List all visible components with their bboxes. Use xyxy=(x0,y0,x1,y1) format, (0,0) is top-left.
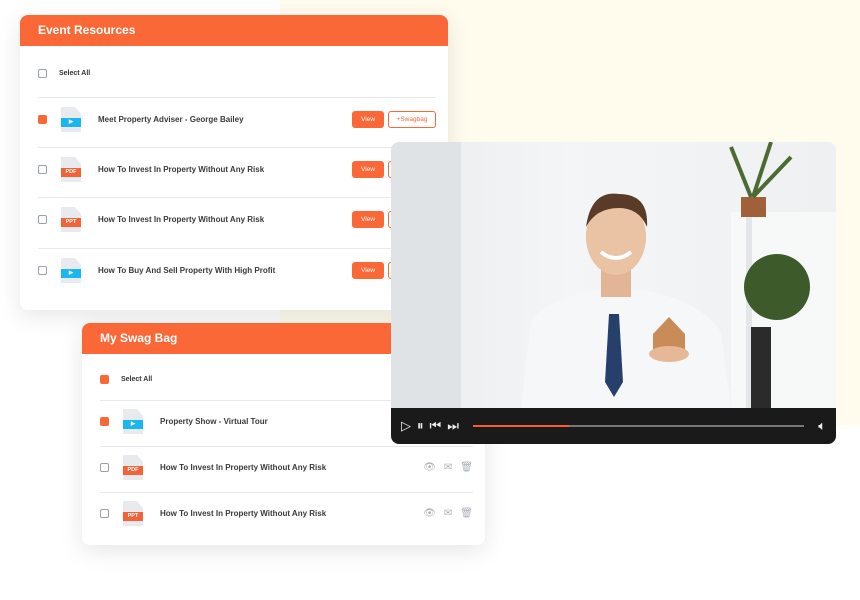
view-button[interactable]: View xyxy=(352,111,384,128)
ppt-file-icon: PPT xyxy=(61,207,81,232)
row-checkbox[interactable] xyxy=(100,509,109,518)
view-button[interactable]: View xyxy=(352,262,384,279)
resource-row: ▶ Meet Property Adviser - George Bailey … xyxy=(38,107,436,132)
play-icon[interactable]: ▷ xyxy=(401,418,411,434)
select-all-label: Select All xyxy=(121,376,153,383)
video-controls: ▷ ⏸ ⏮ ⏭ 🔈︎ xyxy=(391,408,836,444)
swag-row: PDF How To Invest In Property Without An… xyxy=(100,455,473,480)
video-file-icon: ▶ xyxy=(61,107,81,132)
divider xyxy=(38,248,436,249)
swag-row: PPT How To Invest In Property Without An… xyxy=(100,501,473,526)
eye-icon[interactable]: 👁︎ xyxy=(423,508,436,519)
video-file-icon: ▶ xyxy=(61,258,81,283)
row-checkbox[interactable] xyxy=(38,165,47,174)
mail-icon[interactable]: ✉ xyxy=(444,508,452,519)
card-title: Event Resources xyxy=(20,15,448,46)
resource-title: How To Invest In Property Without Any Ri… xyxy=(98,215,265,224)
resource-title: Meet Property Adviser - George Bailey xyxy=(98,115,244,124)
pdf-file-icon: PDF xyxy=(61,157,81,182)
row-checkbox[interactable] xyxy=(38,215,47,224)
view-button[interactable]: View xyxy=(352,211,384,228)
video-player[interactable]: ▷ ⏸ ⏮ ⏭ 🔈︎ xyxy=(391,142,836,444)
select-all-label: Select All xyxy=(59,70,91,77)
row-checkbox[interactable] xyxy=(100,417,109,426)
row-checkbox[interactable] xyxy=(38,115,47,124)
add-swagbag-button[interactable]: +Swagbag xyxy=(388,111,436,128)
eye-icon[interactable]: 👁︎ xyxy=(423,462,436,473)
event-resources-card: Event Resources Select All ▶ Meet Proper… xyxy=(20,15,448,310)
divider xyxy=(38,97,436,98)
video-frame-man-holding-house xyxy=(391,142,836,408)
divider xyxy=(100,446,473,447)
row-checkbox[interactable] xyxy=(38,266,47,275)
swag-title: How To Invest In Property Without Any Ri… xyxy=(160,463,327,472)
row-checkbox[interactable] xyxy=(100,463,109,472)
next-icon[interactable]: ⏭ xyxy=(447,418,459,434)
resource-title: How To Buy And Sell Property With High P… xyxy=(98,266,276,275)
divider xyxy=(38,147,436,148)
trash-icon[interactable]: 🗑︎ xyxy=(460,462,473,473)
swag-title: Property Show - Virtual Tour xyxy=(160,417,268,426)
swag-title: How To Invest In Property Without Any Ri… xyxy=(160,509,327,518)
progress-bar[interactable] xyxy=(472,425,805,427)
resource-row: PDF How To Invest In Property Without An… xyxy=(38,157,436,182)
pdf-file-icon: PDF xyxy=(123,455,143,480)
volume-icon[interactable]: 🔈︎ xyxy=(818,418,826,434)
trash-icon[interactable]: 🗑︎ xyxy=(460,508,473,519)
previous-icon[interactable]: ⏮ xyxy=(430,418,442,434)
select-all-checkbox[interactable] xyxy=(100,375,109,384)
view-button[interactable]: View xyxy=(352,161,384,178)
progress-fill xyxy=(472,425,569,427)
resource-row: PPT How To Invest In Property Without An… xyxy=(38,207,436,232)
select-all-row[interactable]: Select All xyxy=(38,69,436,78)
video-file-icon: ▶ xyxy=(123,409,143,434)
resource-row: ▶ How To Buy And Sell Property With High… xyxy=(38,258,436,283)
pause-icon[interactable]: ⏸ xyxy=(417,418,424,434)
resource-title: How To Invest In Property Without Any Ri… xyxy=(98,165,265,174)
divider xyxy=(100,492,473,493)
divider xyxy=(38,197,436,198)
mail-icon[interactable]: ✉ xyxy=(444,462,452,473)
select-all-checkbox[interactable] xyxy=(38,69,47,78)
ppt-file-icon: PPT xyxy=(123,501,143,526)
